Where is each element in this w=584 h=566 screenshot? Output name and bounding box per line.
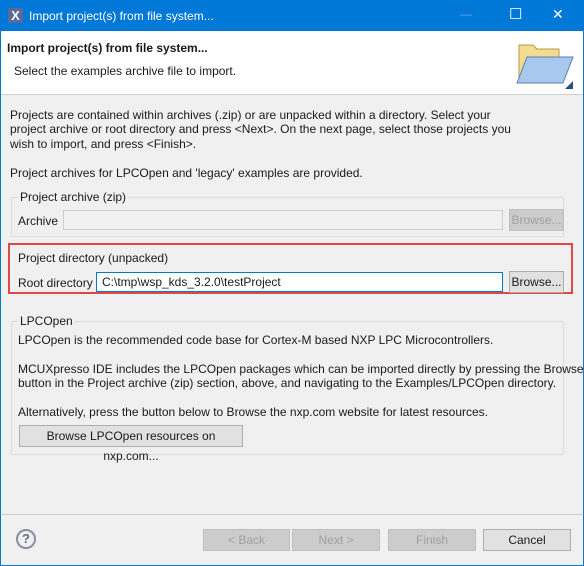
window-title: Import project(s) from file system... (29, 9, 214, 23)
root-directory-input[interactable]: C:\tmp\wsp_kds_3.2.0\testProject (96, 272, 503, 292)
cancel-button[interactable]: Cancel (483, 529, 571, 551)
next-button[interactable]: Next > (292, 529, 380, 551)
lpcopen-text-4: Alternatively, press the button below to… (18, 405, 489, 419)
app-icon: X (8, 8, 23, 23)
wizard-header: Import project(s) from file system... Se… (1, 31, 583, 95)
maximize-button[interactable]: ☐ (509, 5, 522, 23)
intro-text-3: wish to import, and press <Finish>. (10, 137, 197, 151)
minimize-button[interactable]: — (460, 7, 472, 21)
page-subtitle: Select the examples archive file to impo… (14, 64, 237, 78)
lpcopen-text-2: MCUXpresso IDE includes the LPCOpen pack… (18, 362, 584, 376)
back-button[interactable]: < Back (203, 529, 290, 551)
lpcopen-text-3: button in the Project archive (zip) sect… (18, 376, 557, 390)
close-button[interactable]: ✕ (552, 6, 564, 23)
folder-open-icon (516, 44, 574, 89)
root-directory-label: Root directory (18, 276, 93, 290)
directory-group-title: Project directory (unpacked) (18, 251, 169, 265)
directory-browse-button[interactable]: Browse... (509, 271, 564, 293)
page-title: Import project(s) from file system... (7, 41, 208, 55)
lpcopen-group-title: LPCOpen (18, 314, 75, 328)
intro-text-4: Project archives for LPCOpen and 'legacy… (10, 166, 363, 180)
archive-browse-button[interactable]: Browse... (509, 209, 564, 231)
intro-text-1: Projects are contained within archives (… (10, 108, 491, 122)
archive-input[interactable] (63, 210, 503, 230)
footer-divider (1, 514, 583, 515)
archive-label: Archive (18, 214, 59, 228)
intro-text-2: project archive or root directory and pr… (10, 122, 511, 136)
help-icon[interactable]: ? (16, 529, 36, 549)
finish-button[interactable]: Finish (388, 529, 476, 551)
archive-group-title: Project archive (zip) (18, 190, 129, 204)
lpcopen-text-1: LPCOpen is the recommended code base for… (18, 333, 494, 347)
browse-lpcopen-button[interactable]: Browse LPCOpen resources on nxp.com... (19, 425, 243, 463)
title-bar: X Import project(s) from file system... … (0, 0, 584, 31)
